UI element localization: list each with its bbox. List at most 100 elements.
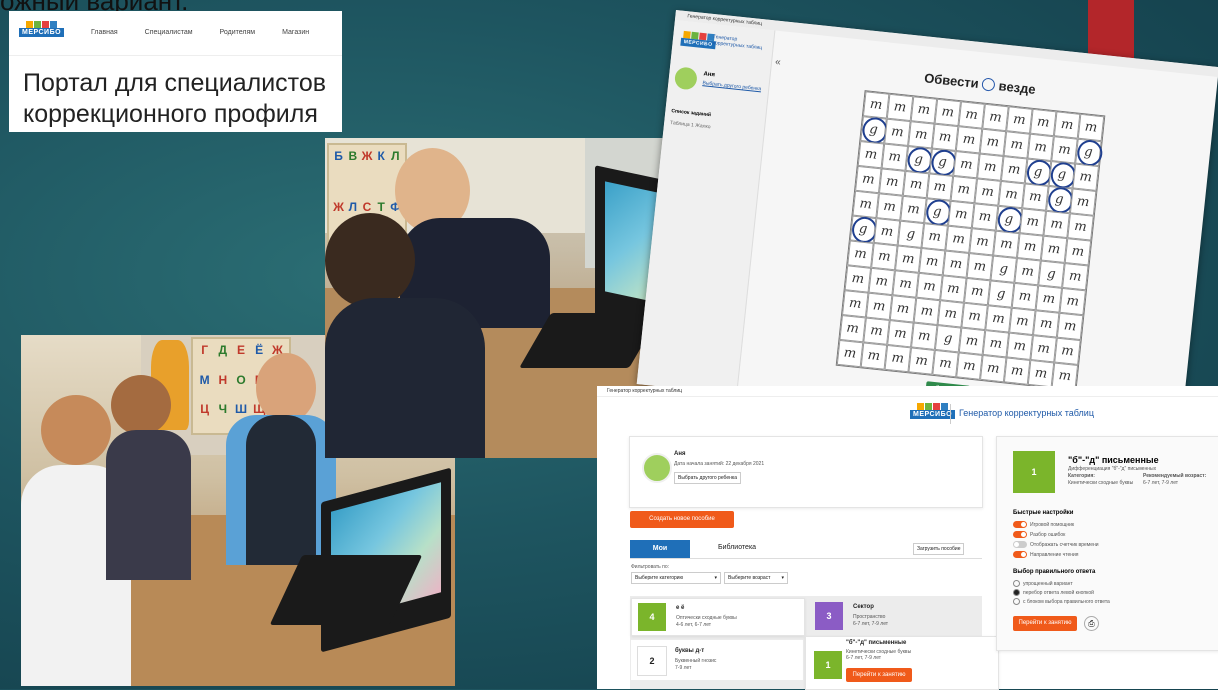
radio-button[interactable] xyxy=(1013,598,1020,605)
grid-cell[interactable]: m xyxy=(842,290,869,318)
grid-cell[interactable]: g xyxy=(1046,185,1073,214)
toggle-row[interactable]: Отображать счетчик времени xyxy=(1013,541,1099,548)
grid-cell[interactable]: m xyxy=(1035,285,1063,313)
grid-cell[interactable]: m xyxy=(950,175,978,204)
grid-cell[interactable]: m xyxy=(921,223,948,251)
grid-cell[interactable]: m xyxy=(908,121,935,149)
grid-cell[interactable]: m xyxy=(982,330,1010,358)
grid-cell[interactable]: m xyxy=(889,295,917,323)
choose-child-link[interactable]: Выбрать другого ребенка xyxy=(702,80,761,92)
aid-card-selected[interactable]: 1 "б"-"д" письменные Кинетически сходные… xyxy=(805,636,999,690)
grid-cell[interactable]: m xyxy=(1003,131,1031,159)
grid-cell[interactable]: m xyxy=(940,275,967,303)
grid-cell[interactable]: g xyxy=(995,205,1023,234)
grid-cell[interactable]: m xyxy=(911,322,938,350)
grid-cell[interactable]: g xyxy=(1024,158,1052,186)
tab-library[interactable]: Библиотека xyxy=(718,544,756,551)
create-new-aid-button[interactable]: Создать новое пособие xyxy=(630,511,734,528)
grid-cell[interactable]: m xyxy=(1069,188,1097,216)
grid-cell[interactable]: m xyxy=(1040,235,1068,264)
grid-cell[interactable]: g xyxy=(860,116,887,144)
grid-cell[interactable]: m xyxy=(1027,133,1054,162)
grid-cell[interactable]: m xyxy=(1067,213,1094,241)
grid-cell[interactable]: m xyxy=(937,300,964,328)
grid-cell[interactable]: m xyxy=(958,101,985,129)
grid-cell[interactable]: m xyxy=(1051,136,1078,164)
grid-cell[interactable]: m xyxy=(852,190,879,219)
radio-option[interactable]: упрощенный вариант xyxy=(1013,580,1073,587)
grid-cell[interactable]: g xyxy=(1038,260,1065,288)
grid-cell[interactable]: m xyxy=(966,252,994,281)
toggle-switch[interactable] xyxy=(1013,541,1027,548)
grid-cell[interactable]: m xyxy=(863,317,890,345)
grid-cell[interactable]: m xyxy=(1014,257,1041,286)
grid-cell[interactable]: g xyxy=(934,325,962,353)
grid-cell[interactable]: m xyxy=(1027,359,1055,388)
aid-card[interactable]: 4 е ё Оптически сходные буквы 4-6 лет, 6… xyxy=(631,598,805,636)
grid-cell[interactable]: m xyxy=(847,240,874,268)
grid-cell[interactable]: m xyxy=(913,297,941,326)
aid-card[interactable]: 2 буквы д-т Буквенный гнозис 7-9 лет xyxy=(631,640,803,680)
grid-cell[interactable]: m xyxy=(1006,332,1033,360)
grid-cell[interactable]: m xyxy=(884,118,911,147)
grid-cell[interactable]: m xyxy=(1043,210,1070,239)
grid-cell[interactable]: m xyxy=(884,344,912,373)
grid-cell[interactable]: g xyxy=(905,146,932,174)
grid-cell[interactable]: m xyxy=(1019,208,1047,236)
grid-cell[interactable]: m xyxy=(993,230,1020,258)
grid-cell[interactable]: m xyxy=(1064,238,1092,266)
grid-cell[interactable]: m xyxy=(931,123,959,152)
grid-cell[interactable]: m xyxy=(956,352,983,380)
toggle-switch[interactable] xyxy=(1013,531,1027,538)
grid-cell[interactable]: m xyxy=(886,93,914,122)
grid-cell[interactable]: m xyxy=(1009,307,1036,336)
grid-cell[interactable]: m xyxy=(926,173,954,201)
grid-cell[interactable]: m xyxy=(1054,337,1081,365)
grid-cell[interactable]: g xyxy=(990,255,1017,283)
grid-cell[interactable]: m xyxy=(945,225,972,253)
grid-cell[interactable]: m xyxy=(980,354,1007,383)
grid-cell[interactable]: m xyxy=(1077,113,1105,142)
grid-cell[interactable]: m xyxy=(1011,282,1039,311)
toggle-switch[interactable] xyxy=(1013,551,1027,558)
grid-cell[interactable]: g xyxy=(987,280,1015,308)
grid-cell[interactable]: m xyxy=(902,170,930,199)
upload-aid-button[interactable]: Загрузить пособие xyxy=(913,543,965,555)
grid-cell[interactable]: m xyxy=(862,91,890,119)
grid-cell[interactable]: g xyxy=(1075,138,1102,167)
grid-cell[interactable]: m xyxy=(1022,183,1049,211)
grid-cell[interactable]: m xyxy=(942,250,970,278)
choose-child-button[interactable]: Выбрать другого ребенка xyxy=(674,472,741,484)
mersibo-logo[interactable]: МЕРСИБО xyxy=(910,403,956,419)
grid-cell[interactable]: m xyxy=(910,96,938,124)
grid-cell[interactable]: m xyxy=(961,302,988,331)
grid-cell[interactable]: m xyxy=(1072,163,1100,191)
grid-cell[interactable]: m xyxy=(969,228,996,256)
grid-cell[interactable]: m xyxy=(1059,287,1086,316)
grid-cell[interactable]: m xyxy=(982,103,1009,132)
grid-cell[interactable]: m xyxy=(887,320,914,348)
radio-option[interactable]: перебор ответа левой кнопкой xyxy=(1013,589,1094,596)
nav-shop[interactable]: Магазин xyxy=(282,29,309,36)
grid-cell[interactable]: m xyxy=(916,272,943,301)
radio-button[interactable] xyxy=(1013,580,1020,587)
grid-cell[interactable]: m xyxy=(985,305,1012,333)
grid-cell[interactable]: m xyxy=(998,180,1025,209)
print-icon[interactable]: ⎙ xyxy=(1084,616,1099,631)
grid-cell[interactable]: m xyxy=(918,247,946,276)
grid-cell[interactable]: m xyxy=(900,195,927,224)
grid-cell[interactable]: m xyxy=(873,218,901,246)
grid-cell[interactable]: m xyxy=(971,203,999,231)
radio-option[interactable]: с блоком выбора правильного ответа xyxy=(1013,598,1110,605)
task-item[interactable]: Таблица 1 Жалко xyxy=(670,120,711,130)
toggle-row[interactable]: Разбор ошибок xyxy=(1013,531,1065,538)
grid-cell[interactable]: m xyxy=(958,327,986,355)
tab-my[interactable]: Мои xyxy=(630,540,690,558)
radio-button[interactable] xyxy=(1013,589,1020,596)
grid-cell[interactable]: m xyxy=(974,178,1001,206)
grid-cell[interactable]: m xyxy=(892,270,919,298)
category-select[interactable]: Выберите категорию ▾ xyxy=(631,572,721,584)
grid-cell[interactable]: g xyxy=(924,198,951,226)
toggle-switch[interactable] xyxy=(1013,521,1027,528)
grid-cell[interactable]: m xyxy=(860,342,888,370)
